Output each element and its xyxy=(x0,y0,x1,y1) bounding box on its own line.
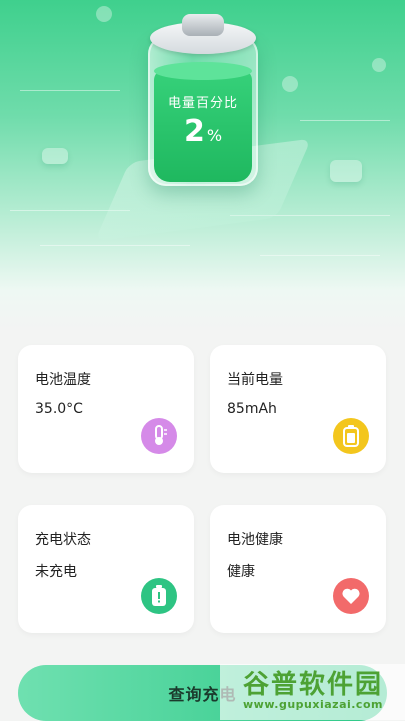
circuit-line xyxy=(20,90,120,91)
card-title: 充电状态 xyxy=(35,532,91,548)
card-current-capacity[interactable]: 当前电量 85mAh xyxy=(210,345,386,473)
charge-percent-number: 2 xyxy=(183,114,205,149)
circuit-line xyxy=(300,120,390,121)
dot-decoration xyxy=(282,76,298,92)
chip-decoration xyxy=(330,160,362,182)
circuit-line xyxy=(40,245,190,246)
card-title: 电池健康 xyxy=(227,532,283,548)
watermark-url: www.gupuxiazai.com xyxy=(243,698,383,711)
battery-alert-icon xyxy=(141,578,177,614)
battery-terminal xyxy=(182,14,224,36)
dot-decoration xyxy=(96,6,112,22)
circuit-line xyxy=(260,255,380,256)
battery-icon xyxy=(333,418,369,454)
card-value: 健康 xyxy=(227,564,255,580)
card-battery-temperature[interactable]: 电池温度 35.0°C xyxy=(18,345,194,473)
charge-percent-unit: % xyxy=(206,126,223,145)
battery-liquid-surface xyxy=(154,62,252,80)
hero-banner: 电量百分比 2% xyxy=(0,0,405,330)
watermark-brand: 谷普软件园 xyxy=(242,670,383,700)
charge-percent-value: 2% xyxy=(148,114,258,149)
card-title: 当前电量 xyxy=(227,372,283,388)
card-battery-health[interactable]: 电池健康 健康 xyxy=(210,505,386,633)
heart-icon xyxy=(333,578,369,614)
charge-percent-label: 电量百分比 xyxy=(167,96,238,111)
chip-decoration xyxy=(42,148,68,164)
card-charging-status[interactable]: 充电状态 未充电 xyxy=(18,505,194,633)
card-value: 85mAh xyxy=(227,401,277,417)
card-title: 电池温度 xyxy=(35,372,91,388)
card-value: 未充电 xyxy=(35,564,77,580)
dot-decoration xyxy=(372,58,386,72)
thermometer-icon xyxy=(141,418,177,454)
card-value: 35.0°C xyxy=(35,401,83,417)
